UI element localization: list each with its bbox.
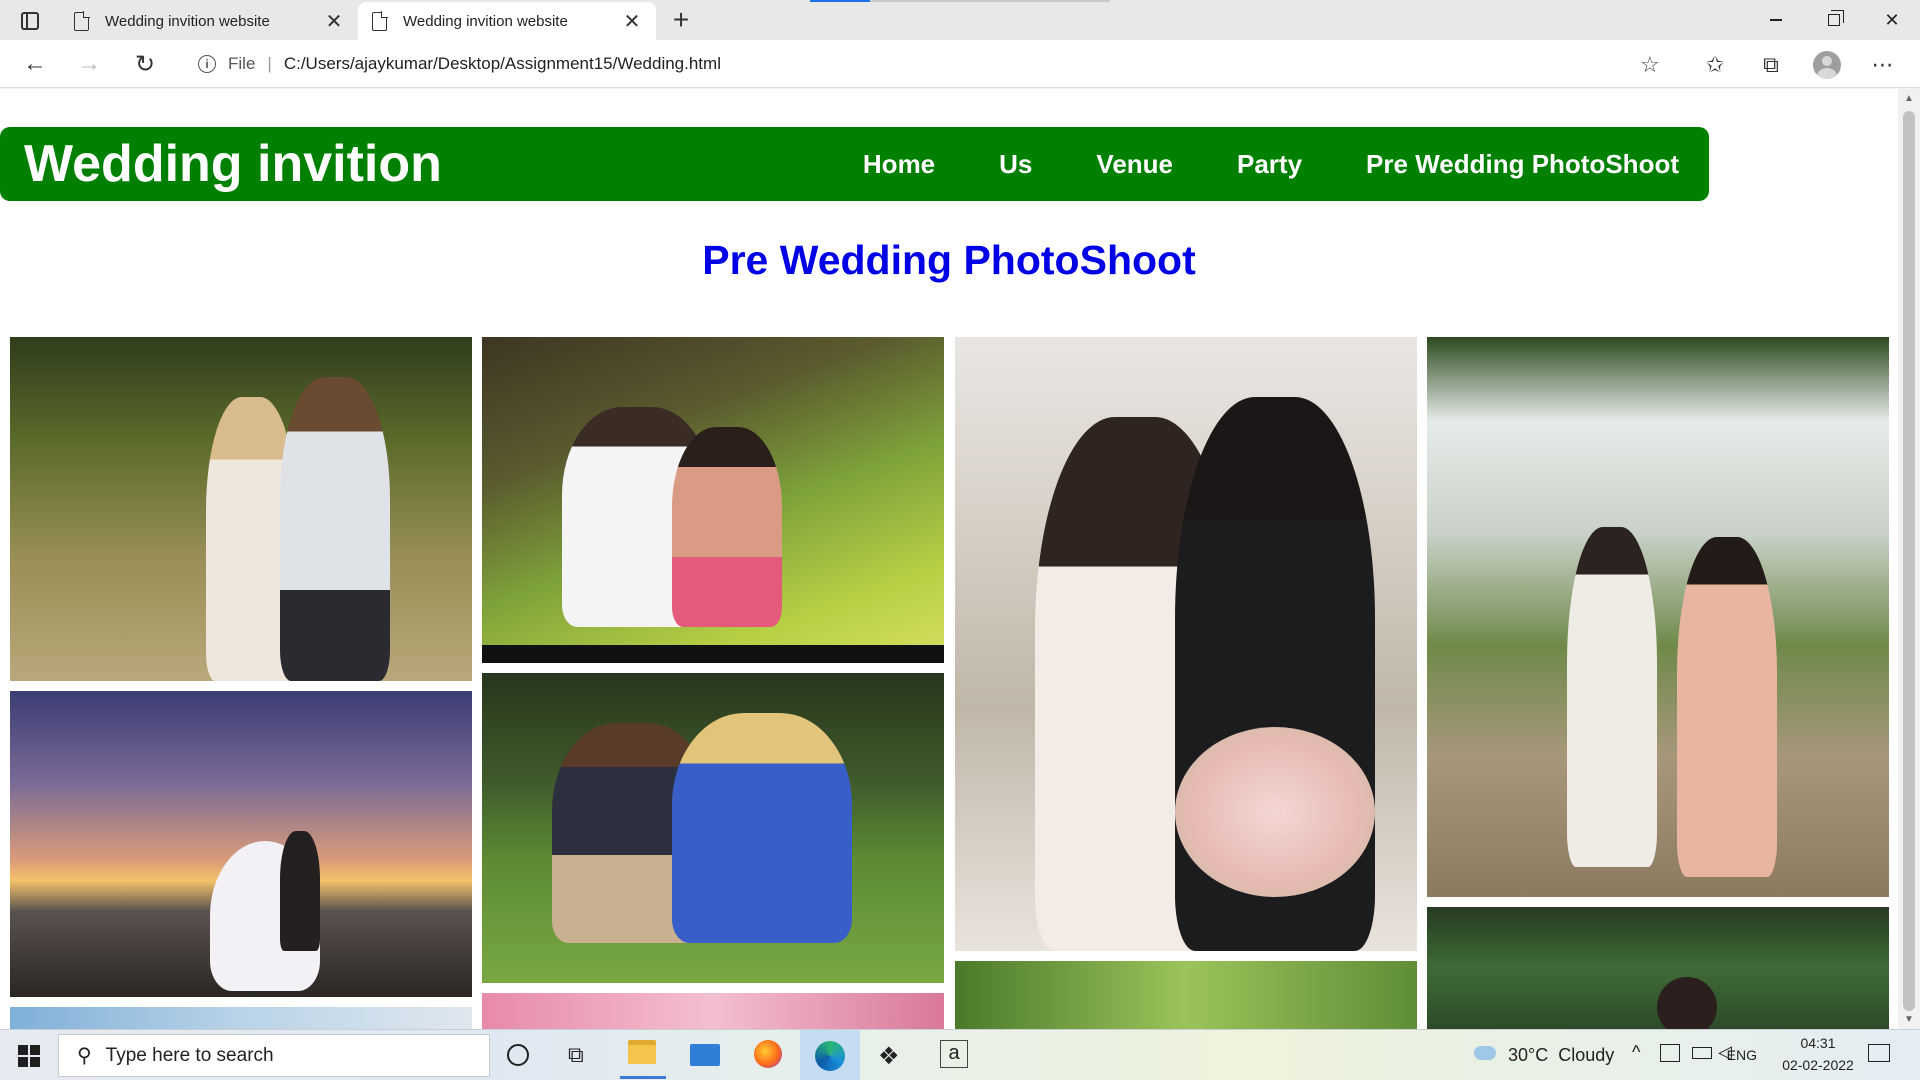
clock-time[interactable]: 04:31 [1768, 1035, 1868, 1051]
weather-text[interactable]: 30°C Cloudy [1508, 1045, 1614, 1066]
nav-venue[interactable]: Venue [1096, 149, 1173, 180]
restore-button[interactable] [1806, 0, 1862, 40]
more-icon[interactable]: ⋯ [1868, 50, 1898, 80]
scroll-down-icon[interactable]: ▼ [1904, 1014, 1914, 1025]
couple-in-field-photo [10, 337, 472, 681]
search-icon: ⚲ [77, 1045, 92, 1067]
forward-arrow-icon[interactable]: → [72, 48, 106, 80]
site-header: Wedding invition Home Us Venue Party Pre… [0, 127, 1709, 201]
nav-prewedding[interactable]: Pre Wedding PhotoShoot [1366, 149, 1679, 180]
nav-party[interactable]: Party [1237, 149, 1302, 180]
info-icon[interactable]: i [198, 55, 216, 73]
new-tab-button[interactable]: + [666, 6, 696, 34]
close-icon[interactable]: ✕ [622, 9, 642, 34]
loading-indicator [810, 0, 870, 2]
nav-us[interactable]: Us [999, 149, 1032, 180]
sunset-couple-photo [10, 691, 472, 997]
scrollbar-thumb[interactable] [1903, 111, 1915, 1011]
tab-wedding-2[interactable]: Wedding invition website ✕ [358, 2, 656, 40]
clock-date[interactable]: 02-02-2022 [1768, 1057, 1868, 1073]
collections-icon[interactable]: ⧉ [1756, 50, 1786, 80]
reload-icon[interactable]: ↻ [128, 48, 162, 80]
bride-groom-kiss-photo [955, 337, 1417, 951]
windows-taskbar: ⚲ Type here to search ⧉ ❖ a 30°C Cloudy … [0, 1029, 1920, 1080]
tab-title: Wedding invition website [105, 12, 270, 30]
windows-start-icon[interactable] [18, 1045, 40, 1067]
search-placeholder: Type here to search [105, 1044, 274, 1066]
nav-home[interactable]: Home [863, 149, 935, 180]
firefox-icon[interactable] [754, 1040, 782, 1068]
dropbox-icon[interactable]: ❖ [878, 1042, 900, 1071]
browser-titlebar: Wedding invition website ✕ Wedding invit… [0, 0, 1920, 40]
site-nav: Home Us Venue Party Pre Wedding PhotoSho… [799, 127, 1679, 201]
file-explorer-icon[interactable] [628, 1040, 656, 1064]
task-view-icon[interactable]: ⧉ [568, 1042, 584, 1068]
favorites-icon[interactable]: ✩ [1700, 50, 1730, 80]
tab-actions-icon[interactable] [12, 8, 48, 34]
address-scheme: File [228, 54, 256, 73]
edge-icon[interactable] [800, 1030, 860, 1080]
profile-avatar[interactable] [1812, 50, 1842, 80]
cortana-icon[interactable] [507, 1044, 529, 1066]
notifications-icon[interactable] [1868, 1044, 1890, 1062]
address-separator: | [267, 54, 272, 73]
scroll-up-icon[interactable]: ▲ [1904, 93, 1914, 104]
battery-icon[interactable] [1692, 1047, 1712, 1059]
language-indicator[interactable]: ENG [1725, 1047, 1757, 1063]
tab-title: Wedding invition website [403, 12, 568, 30]
minimize-button[interactable] [1748, 0, 1804, 40]
greenery-photo-partial [955, 961, 1417, 1029]
page-title: Pre Wedding PhotoShoot [702, 237, 1196, 283]
amazon-icon[interactable]: a [940, 1040, 968, 1068]
page-icon [372, 10, 388, 31]
window-close-button[interactable]: ✕ [1864, 0, 1920, 40]
add-favorite-icon[interactable]: ☆ [1640, 52, 1660, 78]
sky-photo-partial [10, 1007, 472, 1029]
couple-garden-path-photo [1427, 337, 1889, 897]
active-indicator [620, 1076, 666, 1079]
address-url[interactable]: C:/Users/ajaykumar/Desktop/Assignment15/… [284, 54, 721, 74]
couple-sitting-grass-photo [482, 337, 944, 663]
tab-wedding-1[interactable]: Wedding invition website ✕ [60, 2, 358, 40]
mail-icon[interactable] [690, 1044, 720, 1066]
loading-indicator-track [870, 0, 1110, 2]
site-brand: Wedding invition [24, 135, 442, 193]
close-icon[interactable]: ✕ [324, 9, 344, 34]
page-scrollbar[interactable]: ▲ ▼ [1898, 89, 1920, 1029]
browser-toolbar: ← → ↻ i File | C:/Users/ajaykumar/Deskto… [0, 40, 1920, 88]
back-arrow-icon[interactable]: ← [18, 48, 52, 80]
network-icon[interactable] [1660, 1044, 1680, 1062]
tray-chevron-up-icon[interactable]: ^ [1632, 1042, 1640, 1063]
weather-icon[interactable] [1474, 1046, 1496, 1060]
pink-blossom-photo-partial [482, 993, 944, 1029]
page-viewport: Wedding invition Home Us Venue Party Pre… [0, 89, 1898, 1029]
couple-lawn-photo [482, 673, 944, 983]
couple-forest-photo-partial [1427, 907, 1889, 1029]
taskbar-search-box[interactable]: ⚲ Type here to search [58, 1034, 490, 1077]
address-bar[interactable]: i File | C:/Users/ajaykumar/Desktop/Assi… [180, 46, 1680, 82]
page-icon [74, 10, 90, 31]
